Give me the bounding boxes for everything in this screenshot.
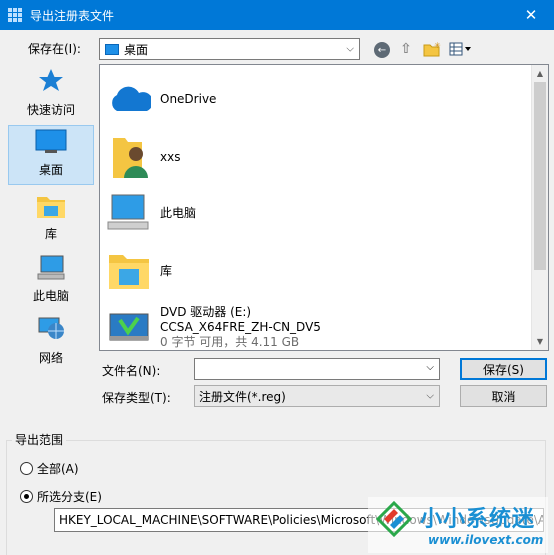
export-range-label: 导出范围 [12, 431, 67, 448]
back-arrow-icon: ← [377, 44, 387, 56]
place-library[interactable]: 库 [8, 188, 94, 248]
new-folder-icon: ✳ [423, 41, 441, 57]
scroll-up-icon[interactable]: ▲ [532, 65, 548, 82]
list-item-dvd-drive[interactable]: DVD 驱动器 (E:) CCSA_X64FRE_ZH-CN_DV5 0 字节 … [106, 301, 321, 353]
radio-selected-branch[interactable]: 所选分支(E) [20, 488, 102, 505]
lookin-label: 保存在(I): [28, 42, 81, 56]
new-folder-button[interactable]: ✳ [422, 39, 442, 59]
save-button[interactable]: 保存(S) [460, 358, 547, 380]
file-name: OneDrive [160, 91, 217, 106]
library-icon [109, 255, 149, 289]
radio-checked-icon [20, 490, 33, 503]
desktop-icon [35, 129, 67, 153]
radio-selected-branch-label: 所选分支(E) [37, 490, 102, 504]
chevron-down-icon: ⌵ [426, 390, 434, 402]
save-button-label: 保存(S) [483, 362, 524, 377]
chevron-down-icon: ⌵ [346, 43, 354, 55]
computer-icon [107, 194, 149, 230]
place-desktop[interactable]: 桌面 [8, 125, 94, 185]
file-name: xxs [160, 149, 181, 164]
cancel-button-label: 取消 [491, 389, 516, 404]
place-label: 库 [44, 227, 57, 241]
view-grid-icon [449, 42, 471, 56]
up-arrow-icon: ⇧ [400, 41, 412, 57]
watermark-url: www.ilovext.com [428, 533, 544, 547]
filename-label: 文件名(N): [102, 364, 161, 378]
free-space: 0 字节 可用，共 4.11 GB [160, 334, 300, 349]
list-item-this-pc[interactable]: 此电脑 [106, 187, 196, 239]
place-label: 桌面 [38, 163, 63, 177]
places-bar: 快速访问 桌面 库 此电脑 网络 [6, 64, 96, 389]
radio-all-label: 全部(A) [37, 462, 79, 476]
network-icon [38, 317, 64, 339]
back-button[interactable]: ← [374, 42, 390, 58]
place-network[interactable]: 网络 [8, 312, 94, 372]
volume-label: CCSA_X64FRE_ZH-CN_DV5 [160, 319, 321, 334]
lookin-value: 桌面 [124, 42, 149, 57]
place-label: 网络 [38, 351, 63, 365]
close-icon: ✕ [524, 6, 538, 24]
scroll-thumb[interactable] [534, 82, 546, 270]
toolbar: ← ⇧ ✳ [374, 39, 474, 59]
filename-input[interactable]: ⌵ [194, 358, 440, 380]
window-title: 导出注册表文件 [30, 8, 115, 23]
place-this-pc[interactable]: 此电脑 [8, 250, 94, 310]
filetype-label: 保存类型(T): [102, 391, 171, 405]
desktop-icon [105, 43, 119, 55]
user-folder-icon [113, 138, 148, 178]
chevron-down-icon[interactable]: ⌵ [426, 362, 434, 373]
radio-all[interactable]: 全部(A) [20, 460, 79, 477]
site-watermark: 小小系统迷 www.ilovext.com [368, 497, 548, 553]
file-name: 库 [160, 263, 173, 278]
regedit-icon [8, 8, 22, 22]
watermark-logo-icon [376, 501, 412, 537]
svg-text:✳: ✳ [434, 41, 441, 50]
cancel-button[interactable]: 取消 [460, 385, 547, 407]
watermark-name: 小小系统迷 [420, 507, 536, 532]
computer-icon [37, 255, 65, 280]
filetype-select[interactable]: 注册文件(*.reg) ⌵ [194, 385, 440, 407]
lookin-combo[interactable]: 桌面 ⌵ [99, 38, 360, 60]
dvd-drive-icon [109, 313, 149, 341]
file-list[interactable]: OneDrive xxs 此电脑 库 DVD 驱动器 (E:) CCSA_X64… [99, 64, 549, 351]
file-name: DVD 驱动器 (E:) [160, 304, 252, 319]
cloud-icon [112, 86, 151, 111]
star-icon [39, 69, 63, 91]
place-label: 快速访问 [26, 103, 75, 117]
view-menu-button[interactable] [448, 39, 474, 59]
title-bar: 导出注册表文件 ✕ [0, 0, 554, 30]
list-item-library[interactable]: 库 [106, 245, 172, 297]
list-item-user-folder[interactable]: xxs [106, 131, 180, 183]
close-button[interactable]: ✕ [508, 0, 554, 30]
place-quick-access[interactable]: 快速访问 [8, 64, 94, 124]
library-icon [37, 197, 65, 218]
list-item-onedrive[interactable]: OneDrive [106, 73, 216, 125]
radio-unchecked-icon [20, 462, 33, 475]
filetype-value: 注册文件(*.reg) [199, 389, 286, 404]
place-label: 此电脑 [32, 289, 69, 303]
scroll-down-icon[interactable]: ▼ [532, 333, 548, 350]
vertical-scrollbar[interactable]: ▲ ▼ [531, 65, 548, 350]
up-folder-button[interactable]: ⇧ [396, 39, 416, 59]
file-name: 此电脑 [160, 205, 197, 220]
